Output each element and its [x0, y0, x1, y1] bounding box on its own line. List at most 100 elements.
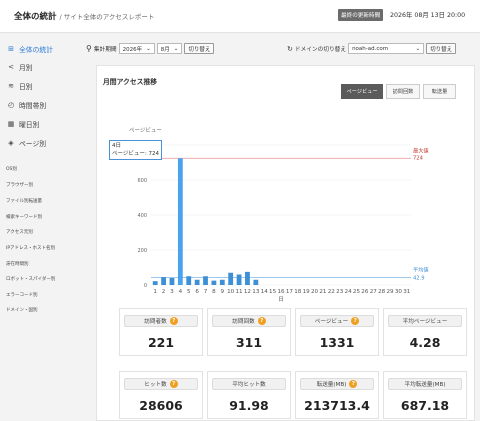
sidebar-subitem-referrer[interactable]: アクセス元別: [6, 229, 33, 235]
chart-bar: [203, 276, 208, 285]
sidebar-item-label: 全体の統計: [19, 46, 53, 54]
x-tick-label: 14: [261, 289, 269, 295]
year-select-value: 2026年: [122, 46, 143, 53]
x-tick-label: 7: [204, 289, 208, 295]
chart-bar: [177, 158, 183, 285]
x-tick-label: 24: [345, 289, 353, 295]
help-icon[interactable]: ?: [169, 380, 178, 388]
sidebar-item-label: ページ別: [19, 140, 47, 148]
stat-card-avg-transfer: 平均転送量(MB) 687.18: [383, 371, 467, 419]
last-updated-label: 最終の更新時間: [338, 9, 384, 21]
sidebar-item-weekday[interactable]: ▦ 曜日別: [6, 118, 40, 130]
avg-label: 平均値: [413, 265, 429, 273]
search-icon: ⚲: [86, 44, 92, 53]
chevron-down-icon: ⌄: [146, 45, 151, 52]
stat-card-header: 訪問回数 ?: [212, 315, 286, 327]
sync-icon: ↻: [287, 44, 293, 53]
domain-select-value: noah-ad.com: [352, 45, 389, 52]
x-tick-label: 13: [252, 289, 260, 295]
tab-visits[interactable]: 訪問回数: [386, 84, 420, 99]
x-tick-label: 26: [361, 289, 369, 295]
stat-card-header: 転送量(MB) ?: [300, 378, 374, 390]
tab-pageviews[interactable]: ページビュー: [341, 84, 383, 99]
chart-bar: [186, 276, 192, 285]
y-tick-label: 200: [137, 248, 147, 254]
month-select[interactable]: 8月 ⌄: [156, 43, 183, 54]
chart-bar: [152, 281, 158, 285]
stat-value: 4.28: [409, 335, 441, 350]
domain-select[interactable]: noah-ad.com ⌄: [348, 43, 425, 54]
stat-card-hits: ヒット数 ? 28606: [119, 371, 203, 419]
grid-icon: ⊞: [8, 45, 14, 53]
sidebar-item-label: 日別: [19, 83, 33, 91]
period-switch-button[interactable]: 切り替え: [184, 43, 215, 54]
tab-transfer[interactable]: 転送量: [423, 84, 456, 99]
y-axis-label: ページビュー: [129, 126, 162, 134]
tooltip-day: 4日: [112, 143, 121, 149]
stat-label: 転送量(MB): [316, 382, 347, 388]
calendar-icon: ▦: [7, 120, 15, 128]
sidebar-subitem-os[interactable]: OS別: [6, 166, 17, 172]
stat-value: 1331: [319, 335, 355, 350]
tooltip-text: ページビュー: 724: [112, 151, 159, 157]
sidebar-item-monthly[interactable]: < 月別: [6, 61, 33, 73]
sidebar-item-pages[interactable]: ◈ ページ別: [6, 137, 46, 149]
help-icon[interactable]: ?: [169, 317, 178, 325]
sidebar-subitem-file-transfer[interactable]: ファイル別転送量: [6, 198, 42, 204]
domain-switch-button[interactable]: 切り替え: [426, 43, 457, 54]
y-tick-label: 600: [137, 178, 147, 184]
x-tick-label: 22: [328, 289, 335, 295]
sidebar-item-hourly[interactable]: ◴ 時間帯別: [6, 99, 46, 111]
x-tick-label: 2: [162, 289, 166, 295]
sidebar-item-daily[interactable]: ≋ 日別: [6, 80, 33, 92]
stat-card-header: ページビュー ?: [300, 315, 374, 327]
main-panel: 月間アクセス推移 ページビュー 訪問回数 転送量 ページビュー 0 200 400 60…: [96, 65, 475, 421]
sidebar-subitem-keywords[interactable]: 検索キーワード別: [6, 214, 42, 220]
sidebar-subitem-robots[interactable]: ロボット・スパイダー別: [6, 276, 55, 282]
period-filter: ⚲ 集計期間 2026年 ⌄ 8月 ⌄ 切り替え: [86, 43, 215, 54]
x-tick-label: 1: [153, 289, 157, 295]
x-tick-label: 8: [212, 289, 216, 295]
help-icon[interactable]: ?: [349, 380, 358, 388]
page-title: 全体の統計 / サイト全体のアクセスレポート: [14, 10, 154, 22]
sidebar-subitem-ip-host[interactable]: IPアドレス・ホスト名別: [6, 245, 55, 251]
sidebar-subitem-duration[interactable]: 滞在時間別: [6, 261, 29, 267]
sidebar-subitem-browser[interactable]: ブラウザー別: [6, 182, 33, 188]
chart-bar: [194, 279, 200, 285]
sidebar-subitem-error-codes[interactable]: エラーコード別: [6, 292, 38, 298]
x-tick-label: 5: [187, 289, 191, 295]
x-tick-label: 29: [386, 289, 394, 295]
help-icon[interactable]: ?: [351, 317, 360, 325]
chevron-down-icon: ⌄: [173, 45, 179, 52]
clock-icon: ◴: [7, 101, 15, 109]
avg-value: 42.9: [413, 275, 425, 281]
x-tick-label: 20: [311, 289, 319, 295]
y-tick-label: 0: [144, 283, 147, 289]
page-subtitle: / サイト全体のアクセスレポート: [59, 13, 155, 21]
chart-bar: [228, 272, 234, 285]
x-tick-label: 19: [303, 289, 311, 295]
year-select[interactable]: 2026年 ⌄: [118, 43, 155, 54]
sidebar-item-label: 時間帯別: [19, 102, 47, 110]
stat-value: 28606: [139, 398, 183, 413]
chart-bar: [211, 280, 217, 285]
chart-bar: [219, 279, 225, 285]
x-tick-label: 10: [227, 289, 235, 295]
stat-label: 訪問回数: [232, 319, 255, 325]
sidebar-item-overview[interactable]: ⊞ 全体の統計: [6, 43, 53, 55]
x-tick-label: 31: [403, 289, 411, 295]
x-tick-label: 12: [244, 289, 251, 295]
stat-label: ページビュー: [314, 319, 349, 325]
max-label: 最大値: [413, 146, 429, 154]
max-value: 724: [413, 155, 424, 161]
help-icon[interactable]: ?: [257, 317, 266, 325]
chart-bar: [245, 271, 250, 285]
layers-icon: ◈: [8, 139, 14, 147]
stat-label: 平均ページビュー: [402, 319, 448, 325]
sidebar-item-label: 曜日別: [19, 121, 40, 129]
chart-bar: [236, 274, 242, 285]
sidebar-subitem-domain-country[interactable]: ドメイン・国別: [6, 307, 38, 313]
stat-label: 訪問者数: [144, 319, 167, 325]
domain-label: ドメインの切り替え: [294, 47, 347, 53]
stat-label: ヒット数: [144, 382, 167, 388]
